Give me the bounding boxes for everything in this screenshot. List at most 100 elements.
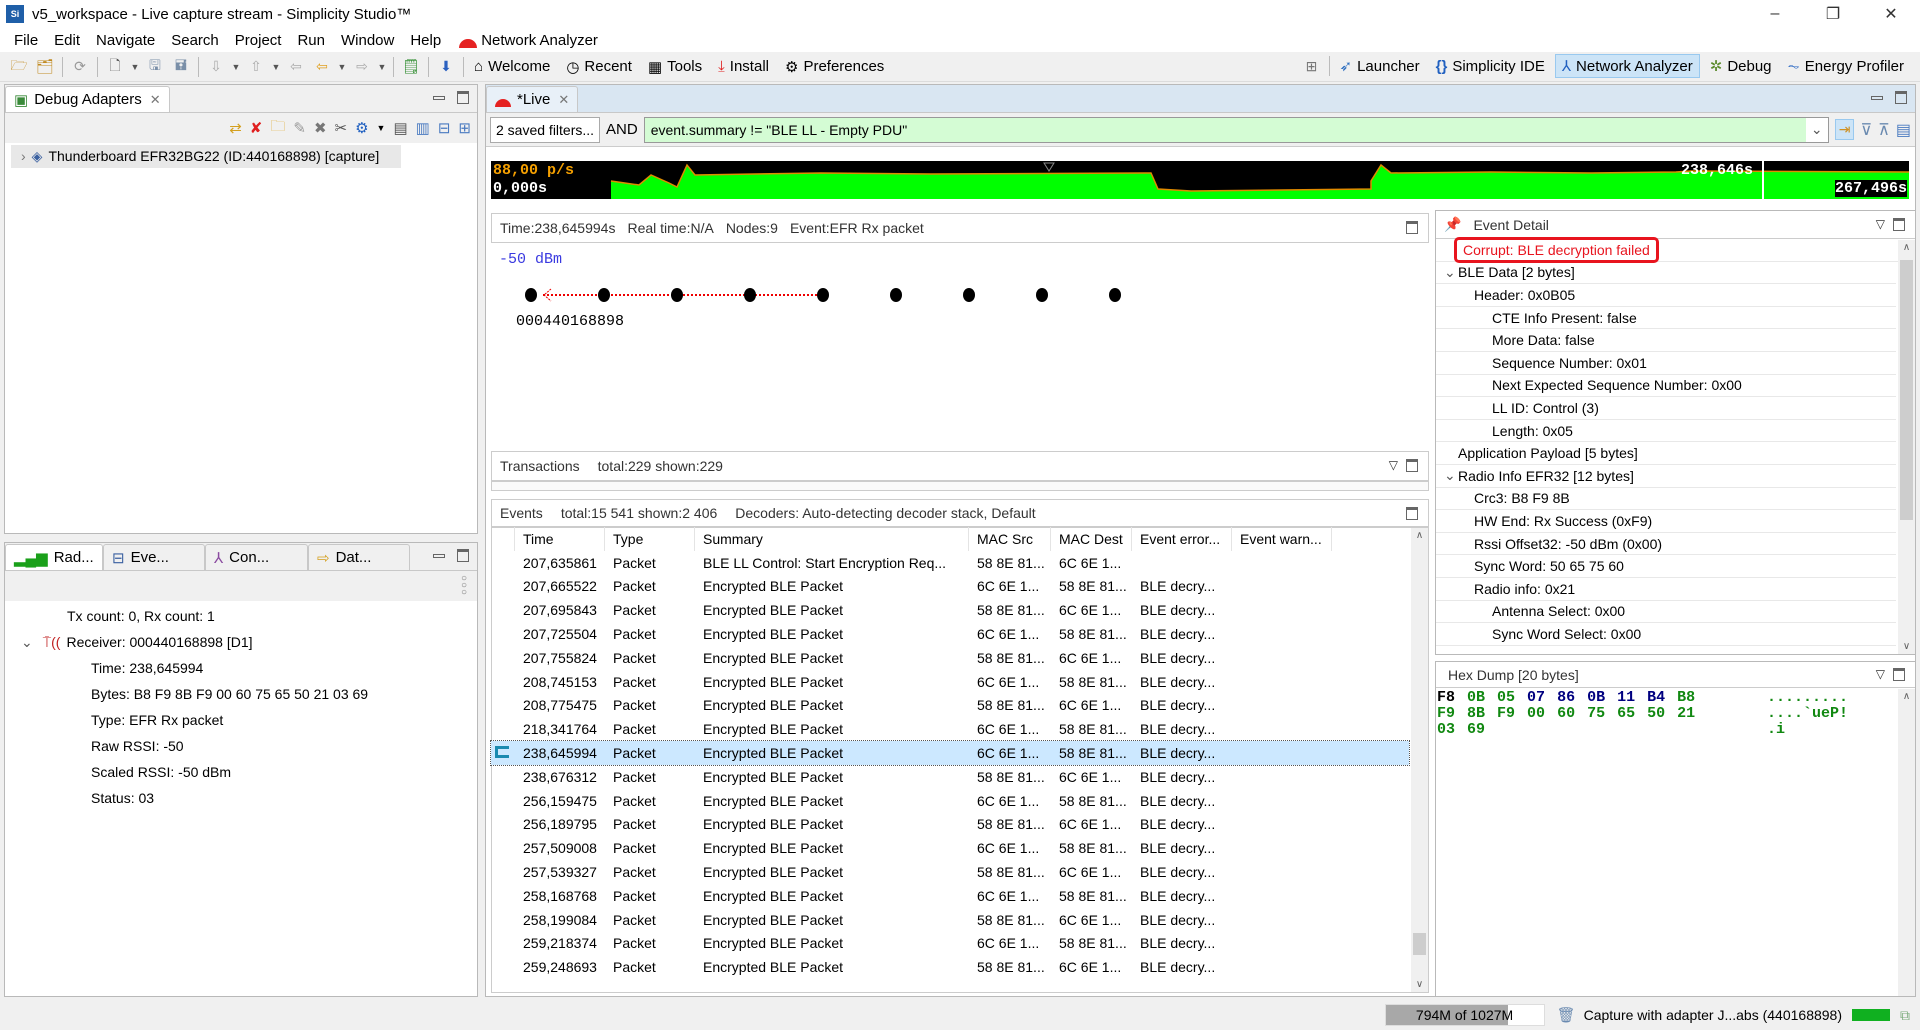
table-row[interactable]: 259,218374 Packet Encrypted BLE Packet 6C 6… [491,932,1409,956]
detail-node[interactable]: Rssi Offset32: -50 dBm (0x00) [1436,533,1896,556]
receiver-node[interactable]: ⌄ ⍑(( Receiver: 000440168898 [D1] [5,629,477,655]
chevron-down-icon[interactable]: ⌄ [1444,264,1458,281]
tab-live[interactable]: *Live ✕ [486,86,579,112]
edit-icon[interactable]: ✎ [293,119,306,137]
scroll-down-icon[interactable]: ∨ [1898,641,1915,652]
delete-icon[interactable]: ✖ [314,119,327,137]
table-row[interactable]: 257,509008 Packet Encrypted BLE Packet 6C 6… [491,836,1409,860]
next-match-icon[interactable]: ⊽ [1860,120,1872,140]
table-row[interactable]: 207,755824 Packet Encrypted BLE Packet 58 8… [491,646,1409,670]
forward-icon[interactable]: ⇨ [352,58,372,76]
maximize-map-button[interactable] [1406,221,1418,234]
open-project-icon[interactable]: 🗂 [35,58,55,76]
flash-icon[interactable]: ⬇ [436,58,456,76]
table-row[interactable]: 218,341764 Packet Encrypted BLE Packet 6C 6… [491,717,1409,741]
maximize-transactions-button[interactable] [1406,459,1418,472]
table-row[interactable]: 207,665522 Packet Encrypted BLE Packet 6C 6… [491,575,1409,599]
column-mac-dest[interactable]: MAC Dest [1051,527,1132,551]
previous-match-icon[interactable]: ⊼ [1878,120,1890,140]
preferences-button[interactable]: ⚙ Preferences [779,56,890,78]
scroll-up-icon[interactable]: ∧ [1898,242,1915,253]
perspective-launcher[interactable]: ➶ Launcher [1334,55,1426,77]
perspective-debug[interactable]: ✲ Debug [1704,55,1778,77]
detail-node[interactable]: ⌄ BLE Data [2 bytes] [1436,262,1896,285]
menu-file[interactable]: File [6,32,46,49]
tab-radio[interactable]: ▂▄▆Rad...✕ [5,544,113,570]
detail-node[interactable]: CTE Info Present: false [1436,307,1896,330]
menu-project[interactable]: Project [227,32,290,49]
table-row[interactable]: 238,645994 Packet Encrypted BLE Packet 6C 6… [490,740,1410,766]
minimize-editor-button[interactable] [1871,96,1883,100]
save-icon[interactable]: 🖫 [145,57,165,76]
heap-status[interactable]: 794M of 1027M [1384,1004,1545,1026]
menu-edit[interactable]: Edit [46,32,88,49]
table-icon[interactable]: ▤ [393,119,407,137]
network-map[interactable]: -50 dBm 000440168898 [491,243,1429,451]
table-row[interactable]: 259,248693 Packet Encrypted BLE Packet 58 8… [491,955,1409,979]
recent-button[interactable]: ◷ Recent [560,56,638,78]
welcome-button[interactable]: ⌂ Welcome [468,56,556,77]
detail-node[interactable]: Sync Word: 50 65 75 60 [1436,555,1896,578]
timeline[interactable]: 88,00 p/s 0,000s 238,646s 267,496s [491,161,1909,199]
tools-button[interactable]: ▦ Tools [642,56,708,78]
new-dropdown-icon[interactable]: ▼ [131,58,140,76]
hex-dump-content[interactable]: F8 0B 05 07 86 0B 11 B4 B8......... F9 8B F9 00 60 75 6… [1436,688,1915,738]
menu-navigate[interactable]: Navigate [88,32,163,49]
minimize-view-button[interactable] [433,554,445,558]
detail-node[interactable]: Radio info: 0x21 [1436,578,1896,601]
maximize-events-button[interactable] [1406,507,1418,520]
progress-icon[interactable]: ⧉ [1900,1007,1910,1024]
new-file-icon[interactable]: 🗋 [105,57,125,76]
table-row[interactable]: 208,745153 Packet Encrypted BLE Packet 6C 6… [491,670,1409,694]
settings-dropdown-icon[interactable]: ▼ [377,123,386,133]
maximize-view-button[interactable] [457,549,469,562]
tab-data[interactable]: ⇨ Dat... [308,544,410,570]
add-folder-icon[interactable]: 🗀 [270,116,285,141]
column-mac-src[interactable]: MAC Src [969,527,1051,551]
column-time[interactable]: Time [515,527,605,551]
chevron-down-icon[interactable]: ⌄ [1444,467,1458,484]
last-edit-icon[interactable]: ⇦ [286,58,306,76]
tab-connections[interactable]: ⅄ Con... [205,544,308,570]
filter-document-icon[interactable]: ▤ [1896,120,1911,140]
table-row[interactable]: 207,695843 Packet Encrypted BLE Packet 58 8… [491,598,1409,622]
dropdown-icon[interactable]: ▼ [232,58,241,76]
maximize-hex-button[interactable] [1893,668,1905,681]
dropdown-icon[interactable]: ▼ [272,58,281,76]
detail-node[interactable]: Sequence Number: 0x01 [1436,352,1896,375]
restore-button[interactable]: ❐ [1804,0,1862,28]
detail-node[interactable]: ⌄ Radio Info EFR32 [12 bytes] [1436,465,1896,488]
table-row[interactable]: 238,676312 Packet Encrypted BLE Packet 58 8… [491,765,1409,789]
disconnect-icon[interactable]: ✘ [250,119,263,137]
table-row[interactable]: 257,539327 Packet Encrypted BLE Packet 58 8… [491,860,1409,884]
view-menu-icon[interactable]: ○ ○ ○ [461,574,467,598]
detail-node[interactable]: More Data: false [1436,329,1896,352]
filter-history-dropdown[interactable]: ⌄ [1805,117,1828,142]
new-task-icon[interactable]: 🗒 [401,58,421,76]
detail-node[interactable]: LL ID: Control (3) [1436,397,1896,420]
perspective-energy-profiler[interactable]: ⏦ Energy Profiler [1782,56,1910,77]
table-row[interactable]: 256,159475 Packet Encrypted BLE Packet 6C 6… [491,789,1409,813]
column-type[interactable]: Type [605,527,695,551]
scroll-up-icon[interactable]: ∧ [1411,530,1428,541]
install-button[interactable]: ⤓ Install [712,56,775,77]
detail-scrollbar[interactable]: ∧ ∨ [1898,240,1915,654]
saved-filters-button[interactable]: 2 saved filters... [490,116,601,143]
apply-filter-icon[interactable]: ⇥ [1834,119,1855,140]
filter-input[interactable]: event.summary != "BLE LL - Empty PDU" ⌄ [643,116,1829,143]
perspective-simplicity-ide[interactable]: {} Simplicity IDE [1430,56,1551,77]
prev-annotation-icon[interactable]: ⇧ [246,58,266,76]
chevron-right-icon[interactable]: › [21,148,26,164]
column-event-warning[interactable]: Event warn... [1232,527,1332,551]
close-icon[interactable]: ✕ [150,92,161,108]
next-annotation-icon[interactable]: ⇩ [206,58,226,76]
detail-node[interactable]: Antenna Select: 0x00 [1436,601,1896,624]
detail-node[interactable]: Header: 0x0B05 [1436,284,1896,307]
detail-node[interactable]: Application Payload [5 bytes] [1436,442,1896,465]
scroll-up-icon[interactable]: ∧ [1898,691,1915,702]
view-menu-icon[interactable]: ▽ [1876,217,1885,231]
table-row[interactable]: 258,168768 Packet Encrypted BLE Packet 6C 6… [491,884,1409,908]
expand-all-icon[interactable]: ⊞ [458,119,471,137]
transactions-table[interactable] [491,481,1429,491]
menu-window[interactable]: Window [333,32,402,49]
